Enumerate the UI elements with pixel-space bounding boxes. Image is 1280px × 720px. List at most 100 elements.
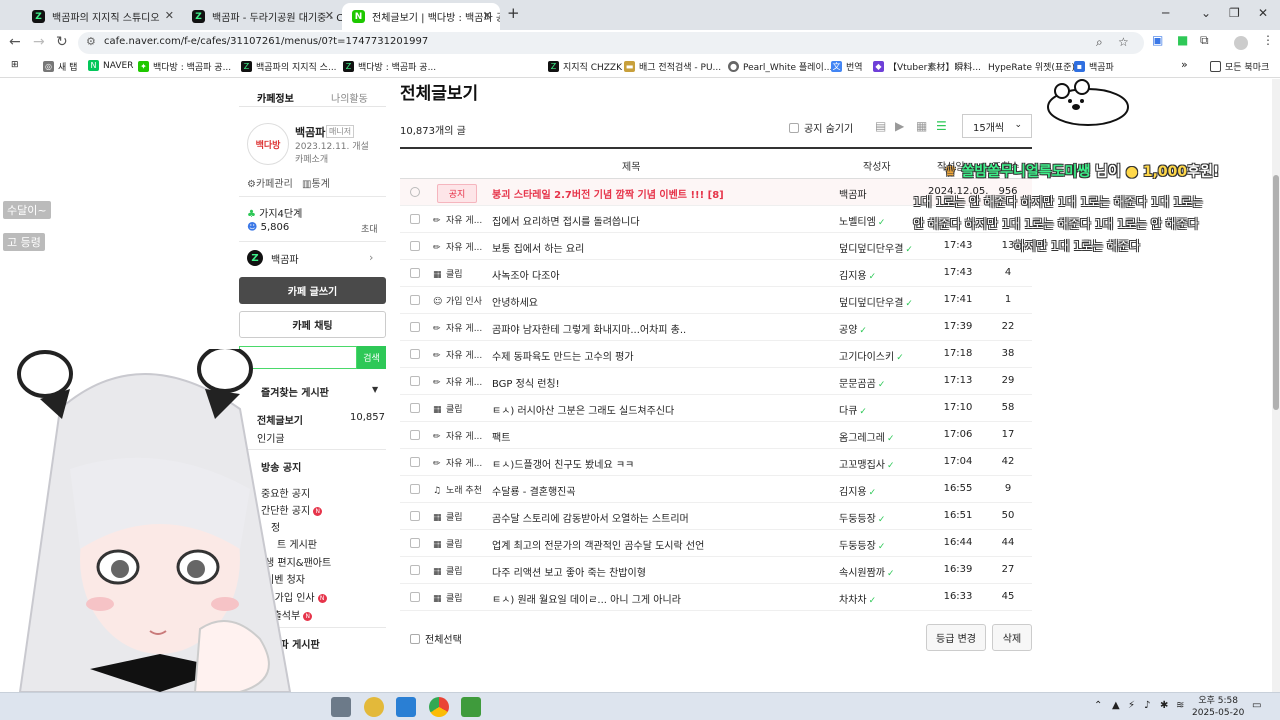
category-label[interactable]: ✏ 자유 게...: [433, 456, 482, 469]
per-page-select[interactable]: 15개씩 ⌄: [962, 114, 1032, 138]
bookmark-3[interactable]: Z 백곰파의 지지직 스...: [241, 60, 337, 73]
bookmark-1[interactable]: N NAVER: [88, 60, 133, 71]
table-row[interactable]: ▦ 클립 ㅌㅅ) 원래 월요일 데이ㄹ... 아니 그게 아니라 차차차 ✓ 16:33 4…: [400, 584, 1032, 611]
post-title-link[interactable]: 팩트: [492, 429, 510, 444]
post-author[interactable]: 속시원짬까 ✓: [839, 564, 895, 579]
category-label[interactable]: ▦ 클립: [433, 537, 463, 550]
bookmark-8[interactable]: 文 번역: [831, 60, 863, 73]
reload-icon[interactable]: ↻: [56, 34, 68, 50]
maximize-button[interactable]: ❐: [1229, 6, 1240, 20]
address-bar[interactable]: ⚙ cafe.naver.com/f-e/cafes/31107261/menu…: [78, 32, 1144, 54]
post-author[interactable]: 백곰파: [839, 186, 869, 201]
category-label[interactable]: ▦ 클립: [433, 402, 463, 415]
close-window-button[interactable]: ✕: [1258, 6, 1268, 20]
post-author[interactable]: 두둥등장 ✓: [839, 537, 885, 552]
row-checkbox[interactable]: [410, 349, 420, 359]
apps-icon[interactable]: ⊞: [11, 60, 19, 70]
minecraft-icon[interactable]: [461, 697, 481, 717]
post-author[interactable]: 고꼬맹집사 ✓: [839, 456, 895, 471]
bookmark-10[interactable]: HypeRate 위젯(표준): [988, 60, 1075, 73]
post-title-link[interactable]: 사녹조아 다조아: [492, 267, 560, 282]
cafe-search-button[interactable]: 검색: [357, 346, 386, 369]
card-view-icon[interactable]: ▦: [916, 119, 927, 133]
category-label[interactable]: ✏ 자유 게...: [433, 240, 482, 253]
close-icon[interactable]: ✕: [165, 9, 174, 22]
select-all[interactable]: 전체선택: [410, 631, 462, 646]
member-count[interactable]: ☻ 5,806: [247, 222, 289, 233]
post-author[interactable]: 고기다이스키 ✓: [839, 348, 904, 363]
bookmark-4[interactable]: Z 백다방 : 백곰파 공...: [343, 60, 436, 73]
extension-icon[interactable]: ■: [1177, 33, 1188, 47]
bookmark-11[interactable]: ▪ 백곰파: [1074, 60, 1114, 73]
post-title-link[interactable]: 수달룡 - 결혼행진곡: [492, 483, 576, 498]
post-author[interactable]: 덮디덮디단우결 ✓: [839, 240, 913, 255]
bookmark-6[interactable]: ▬ 배그 전적검색 - PU...: [624, 60, 721, 73]
checkbox[interactable]: [789, 122, 799, 133]
row-checkbox[interactable]: [410, 538, 420, 548]
bookmark-2[interactable]: ✦ 백다방 : 백곰파 공...: [138, 60, 231, 73]
row-checkbox[interactable]: [410, 457, 420, 467]
post-title-link[interactable]: 붕괴 스타레일 2.7버전 기념 깜짝 기념 이벤트 !!! [8]: [492, 186, 724, 201]
invite-link[interactable]: 초대: [361, 222, 378, 235]
post-title-link[interactable]: ㅌㅅ) 원래 월요일 데이ㄹ... 아니 그게 아니라: [492, 591, 681, 606]
post-title-link[interactable]: 수제 동파육도 만드는 고수의 평가: [492, 348, 634, 363]
category-label[interactable]: ✏ 자유 게...: [433, 213, 482, 226]
cafe-manage-link[interactable]: ⚙카페관리: [247, 175, 293, 190]
post-title-link[interactable]: 안녕하세요: [492, 294, 538, 309]
row-checkbox[interactable]: [410, 403, 420, 413]
post-author[interactable]: 차차차 ✓: [839, 591, 876, 606]
grade-change-button[interactable]: 등급 변경: [926, 624, 986, 651]
close-icon[interactable]: ✕: [483, 9, 492, 22]
post-author[interactable]: 옴그레그레 ✓: [839, 429, 895, 444]
row-checkbox[interactable]: [410, 295, 420, 305]
tab-2[interactable]: N 전체글보기 | 백다방 : 백곰파 공 ✕: [342, 3, 500, 30]
profile-avatar[interactable]: [1234, 36, 1248, 50]
category-label[interactable]: ✏ 자유 게...: [433, 348, 482, 361]
table-row[interactable]: ▦ 클립 사녹조아 다조아 김지용 ✓ 17:43 4: [400, 260, 1032, 287]
bookmark-0[interactable]: ◎ 새 탭: [43, 60, 77, 73]
translate-icon[interactable]: ▣: [1152, 33, 1163, 47]
post-title-link[interactable]: 다주 리액션 보고 좋아 죽는 찬밥이형: [492, 564, 646, 579]
network-icon[interactable]: ▲: [1112, 700, 1120, 711]
album-list-view-icon[interactable]: ☰: [936, 119, 947, 133]
bookmark-9[interactable]: ◆ 【Vtuber素材】瞬料...: [873, 60, 981, 73]
back-icon[interactable]: ←: [9, 34, 21, 50]
row-checkbox[interactable]: [410, 484, 420, 494]
row-checkbox[interactable]: [410, 565, 420, 575]
stats-link[interactable]: ▥통계: [302, 175, 330, 190]
table-row[interactable]: ✏ 자유 게... BGP 정식 런칭! 문문곰곰 ✓ 17:13 29: [400, 368, 1032, 395]
owner-channel-link[interactable]: Z 백곰파: [247, 250, 299, 266]
post-author[interactable]: 공양 ✓: [839, 321, 867, 336]
tab-1[interactable]: Z 백곰파 - 두라기공원 대기중 - C ✕: [182, 3, 342, 30]
post-title-link[interactable]: ㅌㅅ) 러시아산 그분은 그래도 실드쳐주신다: [492, 402, 674, 417]
clock[interactable]: 오후 5:58 2025-05-20: [1192, 695, 1244, 719]
checkbox[interactable]: [410, 633, 420, 644]
write-post-button[interactable]: 카페 글쓰기: [239, 277, 386, 304]
post-author[interactable]: 김지용 ✓: [839, 267, 876, 282]
post-author[interactable]: 덮디덮디단우결 ✓: [839, 294, 913, 309]
table-row[interactable]: ✏ 자유 게... 곰파야 남자한테 그렇게 화내지마...어차피 총.. 공양 ✓ 17…: [400, 314, 1032, 341]
row-checkbox[interactable]: [410, 187, 420, 197]
wifi-icon[interactable]: ≋: [1176, 700, 1184, 711]
table-row[interactable]: ✏ 자유 게... 수제 동파육도 만드는 고수의 평가 고기다이스키 ✓ 17:18 38: [400, 341, 1032, 368]
row-checkbox[interactable]: [410, 376, 420, 386]
table-row[interactable]: ✏ 자유 게... 팩트 옴그레그레 ✓ 17:06 17: [400, 422, 1032, 449]
category-label[interactable]: ✏ 자유 게...: [433, 321, 482, 334]
list-view-icon[interactable]: ▤: [875, 119, 886, 133]
more-bookmarks-icon[interactable]: »: [1181, 58, 1188, 71]
notification-icon[interactable]: ▭: [1252, 700, 1261, 711]
tray-app-icon[interactable]: ⚡: [1128, 700, 1135, 711]
cafe-chat-button[interactable]: 카페 채팅: [239, 311, 386, 338]
tab-cafe-info[interactable]: 카페정보: [257, 90, 294, 105]
tray-chevron-icon[interactable]: ⌃: [1094, 700, 1102, 711]
hide-notice-toggle[interactable]: 공지 숨기기: [789, 120, 853, 135]
category-label[interactable]: ▦ 클립: [433, 591, 463, 604]
table-row[interactable]: ☺ 가입 인사 안녕하세요 덮디덮디단우결 ✓ 17:41 1: [400, 287, 1032, 314]
post-author[interactable]: 다큐 ✓: [839, 402, 867, 417]
post-title-link[interactable]: 집에서 요리하면 접시를 돌려씁니다: [492, 213, 640, 228]
post-author[interactable]: 김지용 ✓: [839, 483, 876, 498]
post-title-link[interactable]: 업계 최고의 전문가의 객관적인 곰수달 도시락 선언: [492, 537, 704, 552]
category-label[interactable]: ♫ 노래 추천: [433, 483, 482, 496]
app-icon[interactable]: [396, 697, 416, 717]
caret-down-icon[interactable]: ▼: [372, 385, 378, 394]
